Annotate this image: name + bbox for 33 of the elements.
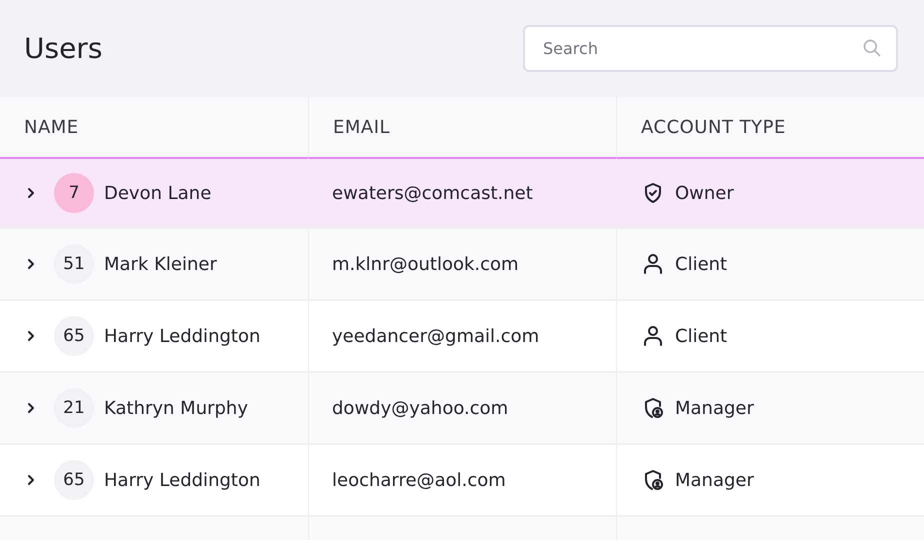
user-icon xyxy=(641,252,665,276)
email-text: leocharre@aol.com xyxy=(332,470,506,490)
number-badge: 51 xyxy=(54,244,94,284)
table-row-cell[interactable]: 7 Devon Lane xyxy=(0,157,309,229)
account-type-text: Manager xyxy=(675,398,754,418)
search-icon xyxy=(862,38,882,58)
number-badge: 21 xyxy=(54,388,94,428)
column-header: EMAIL xyxy=(333,116,390,138)
user-name: Harry Leddington xyxy=(104,326,260,346)
table-row-cell[interactable]: 51 Mark Kleiner xyxy=(0,227,309,299)
number-badge: 65 xyxy=(54,460,94,500)
table-row-cell[interactable]: 21 Kathryn Murphy xyxy=(0,371,309,443)
account-type-text: Owner xyxy=(675,182,734,204)
number-badge: 65 xyxy=(54,316,94,356)
user-name: Harry Leddington xyxy=(104,470,260,490)
page-title: Users xyxy=(24,32,102,65)
email-text: ewaters@comcast.net xyxy=(332,182,533,204)
user-icon xyxy=(641,324,665,348)
column-header: NAME xyxy=(24,116,79,138)
user-name: Mark Kleiner xyxy=(104,254,217,274)
email-text: yeedancer@gmail.com xyxy=(332,326,540,346)
email-text: m.klnr@outlook.com xyxy=(332,254,519,274)
search-field[interactable]: Search xyxy=(523,25,898,72)
email-text: dowdy@yahoo.com xyxy=(332,398,508,418)
number-badge: 7 xyxy=(54,173,94,213)
table-row-cell[interactable]: 65 Harry Leddington xyxy=(0,443,309,515)
account-type-text: Client xyxy=(675,326,728,346)
account-type-text: Client xyxy=(675,254,728,274)
table-row-cell[interactable]: 65 Harry Leddington xyxy=(0,299,309,371)
account-type-text: Manager xyxy=(675,470,754,490)
column-header: ACCOUNT TYPE xyxy=(641,116,786,138)
user-name: Devon Lane xyxy=(104,182,212,204)
user-name: Kathryn Murphy xyxy=(104,398,248,418)
